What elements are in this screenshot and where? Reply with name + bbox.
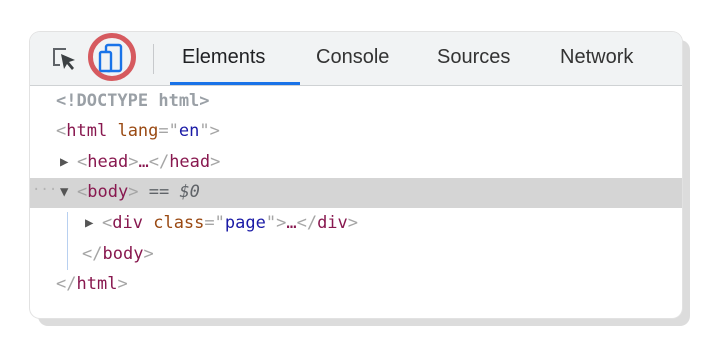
html-close-tag: html [76,274,118,294]
body-indent-guide [67,212,68,270]
html-tag: html [66,121,108,141]
div-ellipsis: … [286,213,297,233]
devtools-panel: Elements Console Sources Network <!DOCTY… [30,32,682,318]
inspect-element-icon[interactable] [46,41,80,75]
tab-elements[interactable]: Elements [182,46,265,69]
head-close-tag: head [169,152,211,172]
div-tag: div [112,213,143,233]
div-close-tag: div [317,213,348,233]
more-options-dots[interactable]: ··· [32,182,57,198]
dom-line-head[interactable]: ▶ <head>…</head> [30,148,682,178]
lang-value: en [178,121,200,141]
selected-equals: == [148,182,170,202]
dom-line-body-selected[interactable]: ··· ▼ <body> == $0 [30,178,682,208]
open-bracket: < [56,121,67,141]
tab-console[interactable]: Console [316,46,389,69]
selected-ref: $0 [179,182,200,202]
tab-network[interactable]: Network [560,46,633,69]
tab-sources[interactable]: Sources [437,46,510,69]
close-bracket: "> [199,121,220,141]
body-tag: body [87,182,129,202]
class-value: page [224,213,266,233]
attr-equals: =" [158,121,179,141]
expand-triangle-icon[interactable]: ▶ [60,154,68,170]
head-ellipsis: … [138,152,149,172]
head-tag: head [87,152,129,172]
dom-line-html-close[interactable]: </html> [30,270,682,300]
dom-line-doctype[interactable]: <!DOCTYPE html> [30,87,682,117]
dom-line-body-close[interactable]: </body> [30,240,682,270]
body-close-tag: body [102,244,144,264]
active-tab-indicator [170,82,300,85]
devtools-toolbar: Elements Console Sources Network [30,32,682,86]
dom-line-div[interactable]: ▶ <div class="page">…</div> [30,209,682,239]
doctype-text: <!DOCTYPE html> [56,91,210,111]
expand-triangle-icon[interactable]: ▶ [85,215,93,231]
collapse-triangle-icon[interactable]: ▼ [60,184,68,200]
toolbar-divider [153,44,154,74]
class-attr: class [153,213,205,233]
dom-line-html-open[interactable]: <html lang="en"> [30,117,682,147]
lang-attr: lang [117,121,159,141]
highlight-ring [88,33,136,81]
